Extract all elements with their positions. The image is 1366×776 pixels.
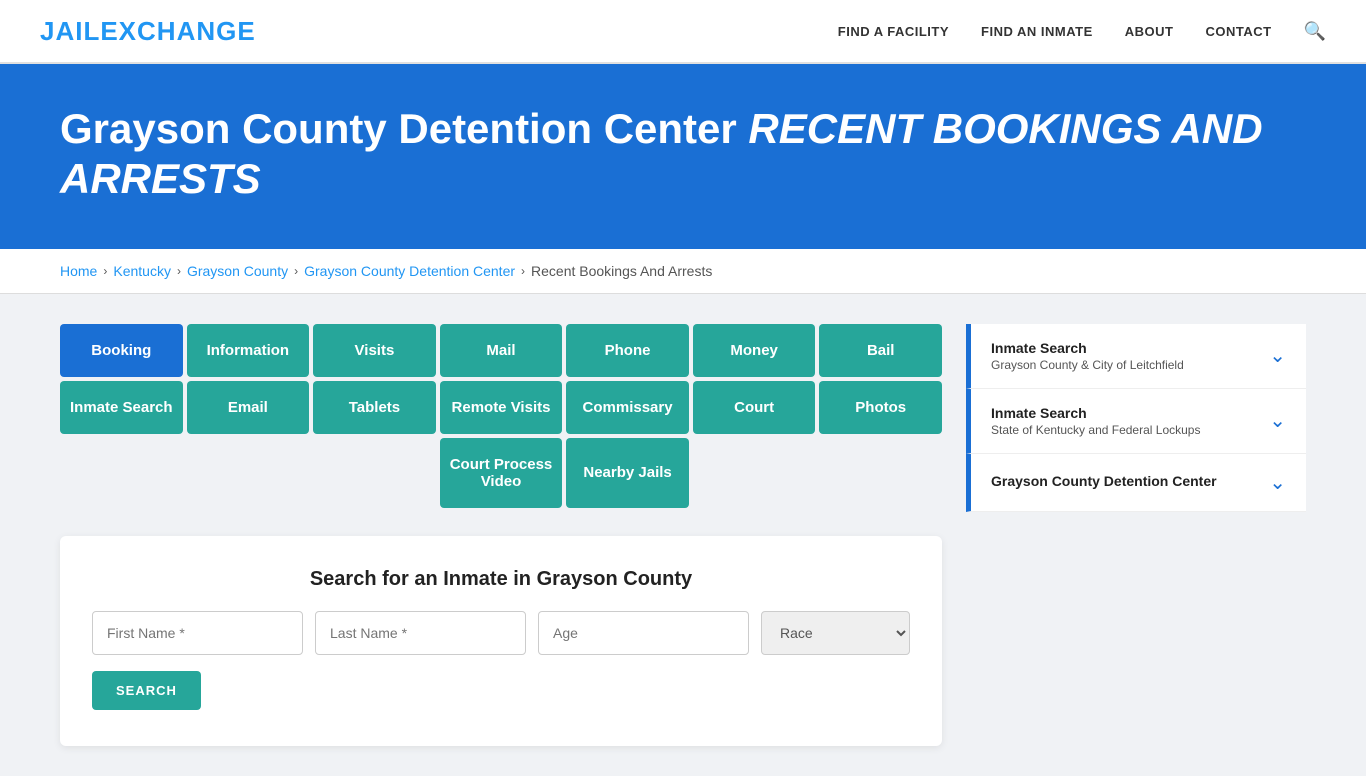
- btn-commissary[interactable]: Commissary: [566, 381, 689, 434]
- sidebar-item-3-text: Grayson County Detention Center: [991, 473, 1217, 491]
- btn-nearby-jails[interactable]: Nearby Jails: [566, 438, 689, 508]
- search-title: Search for an Inmate in Grayson County: [92, 568, 910, 591]
- breadcrumb-sep-1: ›: [103, 264, 107, 278]
- btn-court[interactable]: Court: [693, 381, 816, 434]
- btn-photos[interactable]: Photos: [819, 381, 942, 434]
- nav-contact[interactable]: CONTACT: [1205, 24, 1271, 39]
- nav-find-facility[interactable]: FIND A FACILITY: [838, 24, 949, 39]
- search-button[interactable]: SEARCH: [92, 671, 201, 710]
- btn-empty-4: [693, 438, 816, 508]
- nav-about[interactable]: ABOUT: [1125, 24, 1174, 39]
- btn-mail[interactable]: Mail: [440, 324, 563, 377]
- sidebar-item-1-subtitle: Grayson County & City of Leitchfield: [991, 358, 1184, 372]
- btn-visits[interactable]: Visits: [313, 324, 436, 377]
- logo-jail: JAIL: [40, 16, 100, 46]
- sidebar-item-2-text: Inmate Search State of Kentucky and Fede…: [991, 405, 1200, 437]
- breadcrumb-sep-4: ›: [521, 264, 525, 278]
- btn-information[interactable]: Information: [187, 324, 310, 377]
- btn-court-process-video[interactable]: Court Process Video: [440, 438, 563, 508]
- last-name-input[interactable]: [315, 611, 526, 655]
- breadcrumb-detention-center[interactable]: Grayson County Detention Center: [304, 263, 515, 279]
- breadcrumb-kentucky[interactable]: Kentucky: [113, 263, 171, 279]
- button-row-3: Court Process Video Nearby Jails: [60, 438, 942, 508]
- chevron-down-icon-2: ⌄: [1269, 408, 1286, 433]
- button-row-2: Inmate Search Email Tablets Remote Visit…: [60, 381, 942, 434]
- search-fields: Race White Black Hispanic Asian Other: [92, 611, 910, 655]
- sidebar-item-2[interactable]: Inmate Search State of Kentucky and Fede…: [966, 389, 1306, 454]
- btn-empty-5: [819, 438, 942, 508]
- btn-empty-1: [60, 438, 183, 508]
- logo-exchange: EXCHANGE: [100, 16, 255, 46]
- btn-booking[interactable]: Booking: [60, 324, 183, 377]
- breadcrumb-sep-2: ›: [177, 264, 181, 278]
- btn-email[interactable]: Email: [187, 381, 310, 434]
- btn-phone[interactable]: Phone: [566, 324, 689, 377]
- search-icon[interactable]: 🔍: [1304, 21, 1326, 42]
- chevron-down-icon-1: ⌄: [1269, 343, 1286, 368]
- main-nav: FIND A FACILITY FIND AN INMATE ABOUT CON…: [838, 21, 1326, 42]
- button-row-1: Booking Information Visits Mail Phone Mo…: [60, 324, 942, 377]
- page-title: Grayson County Detention Center RECENT B…: [60, 104, 1306, 205]
- main-content: Booking Information Visits Mail Phone Mo…: [0, 294, 1366, 776]
- sidebar-item-3-title: Grayson County Detention Center: [991, 473, 1217, 489]
- btn-empty-3: [313, 438, 436, 508]
- race-select[interactable]: Race White Black Hispanic Asian Other: [761, 611, 910, 655]
- btn-tablets[interactable]: Tablets: [313, 381, 436, 434]
- first-name-input[interactable]: [92, 611, 303, 655]
- header: JAILEXCHANGE FIND A FACILITY FIND AN INM…: [0, 0, 1366, 64]
- sidebar-item-1-title: Inmate Search: [991, 340, 1184, 356]
- sidebar-item-3[interactable]: Grayson County Detention Center ⌄: [966, 454, 1306, 512]
- chevron-down-icon-3: ⌄: [1269, 470, 1286, 495]
- age-input[interactable]: [538, 611, 749, 655]
- sidebar-item-1[interactable]: Inmate Search Grayson County & City of L…: [966, 324, 1306, 389]
- sidebar-item-1-text: Inmate Search Grayson County & City of L…: [991, 340, 1184, 372]
- left-column: Booking Information Visits Mail Phone Mo…: [60, 324, 942, 746]
- nav-find-inmate[interactable]: FIND AN INMATE: [981, 24, 1093, 39]
- btn-remote-visits[interactable]: Remote Visits: [440, 381, 563, 434]
- breadcrumb-home[interactable]: Home: [60, 263, 97, 279]
- breadcrumb: Home › Kentucky › Grayson County › Grays…: [0, 249, 1366, 294]
- hero-section: Grayson County Detention Center RECENT B…: [0, 64, 1366, 249]
- search-card: Search for an Inmate in Grayson County R…: [60, 536, 942, 746]
- breadcrumb-current: Recent Bookings And Arrests: [531, 263, 712, 279]
- breadcrumb-grayson-county[interactable]: Grayson County: [187, 263, 288, 279]
- btn-inmate-search[interactable]: Inmate Search: [60, 381, 183, 434]
- breadcrumb-sep-3: ›: [294, 264, 298, 278]
- sidebar-item-2-title: Inmate Search: [991, 405, 1200, 421]
- sidebar-item-2-subtitle: State of Kentucky and Federal Lockups: [991, 423, 1200, 437]
- right-sidebar: Inmate Search Grayson County & City of L…: [966, 324, 1306, 746]
- btn-bail[interactable]: Bail: [819, 324, 942, 377]
- logo[interactable]: JAILEXCHANGE: [40, 16, 256, 47]
- btn-empty-2: [187, 438, 310, 508]
- btn-money[interactable]: Money: [693, 324, 816, 377]
